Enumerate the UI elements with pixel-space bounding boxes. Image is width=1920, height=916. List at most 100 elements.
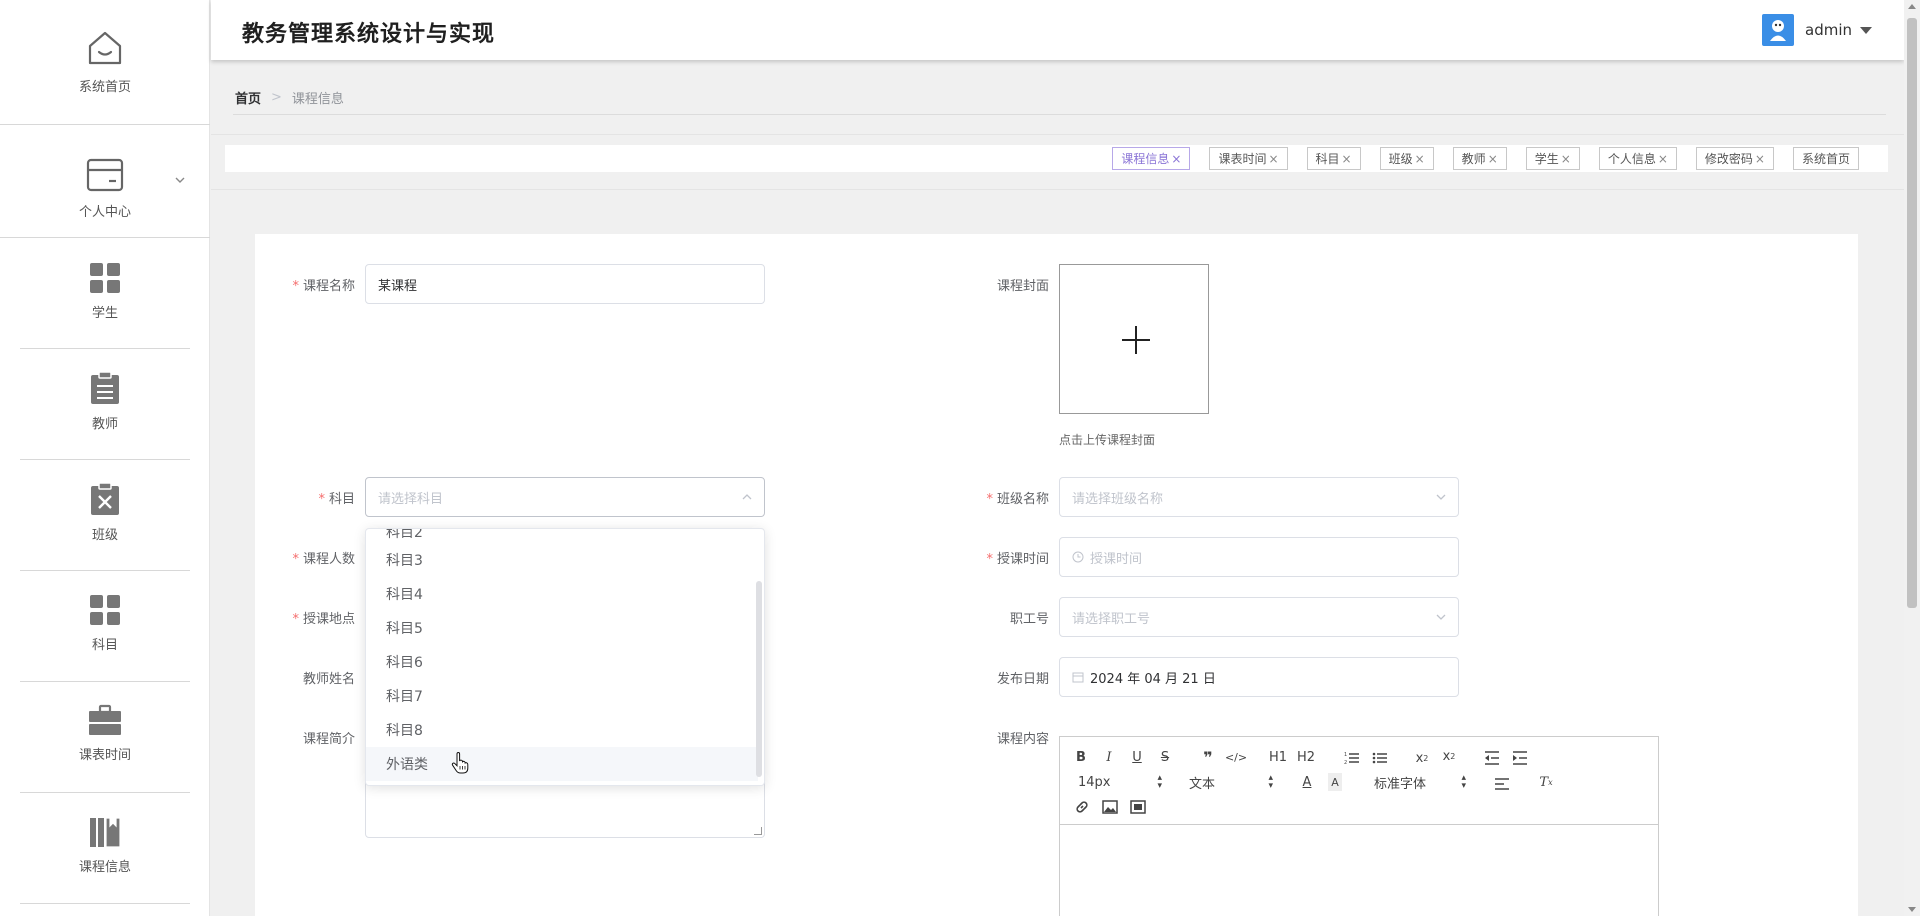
breadcrumb: 首页 > 课程信息	[235, 88, 344, 107]
sidebar-item-teachers[interactable]: 教师	[0, 371, 210, 432]
staff-no-select[interactable]: 请选择职工号	[1059, 597, 1459, 637]
close-icon[interactable]: ×	[1171, 152, 1181, 166]
tag-course-info[interactable]: 课程信息 ×	[1112, 147, 1191, 170]
dropdown-option[interactable]: 科目8	[366, 713, 758, 747]
course-name-label: * 课程名称	[292, 279, 355, 294]
tag-students[interactable]: 学生 ×	[1525, 147, 1580, 170]
tag-change-password[interactable]: 修改密码 ×	[1695, 147, 1774, 170]
strike-icon[interactable]: S	[1158, 748, 1172, 766]
close-icon[interactable]: ×	[1658, 152, 1668, 166]
video-icon[interactable]	[1130, 798, 1146, 816]
intro-label: 课程简介	[302, 732, 355, 747]
font-color-icon[interactable]: A	[1300, 773, 1314, 791]
blockquote-icon[interactable]: ❞	[1200, 748, 1216, 767]
caret-down-icon[interactable]	[1860, 26, 1872, 34]
publish-date-value: 2024 年 04 月 21 日	[1090, 671, 1216, 687]
dropdown-option[interactable]: 科目6	[366, 645, 758, 679]
tag-classes[interactable]: 班级 ×	[1379, 147, 1434, 170]
dropdown-option[interactable]: 科目7	[366, 679, 758, 713]
rich-text-editor[interactable]: B I U S ❞ </> H1 H2 12 x2 x2 14px ▴ ▾ 文本 ▴ ▾…	[1059, 736, 1659, 916]
dropdown-scrollbar[interactable]	[756, 581, 762, 777]
tag-schedule-time[interactable]: 课表时间 ×	[1209, 147, 1288, 170]
tag-home[interactable]: 系统首页	[1792, 147, 1859, 170]
close-icon[interactable]: ×	[1268, 152, 1278, 166]
avatar[interactable]	[1762, 14, 1794, 46]
close-icon[interactable]: ×	[1342, 152, 1352, 166]
sidebar-item-students[interactable]: 学生	[0, 262, 210, 321]
sidebar-item-course-info[interactable]: 课程信息	[0, 816, 210, 875]
teach-time-label: * 授课时间	[986, 552, 1049, 567]
tag-label: 课程信息	[1121, 152, 1170, 166]
location-label: * 授课地点	[292, 612, 355, 627]
close-icon[interactable]: ×	[1755, 152, 1765, 166]
font-size-select[interactable]: 14px ▴ ▾	[1078, 773, 1162, 791]
divider	[211, 189, 1904, 190]
user-menu[interactable]: admin	[1762, 14, 1872, 46]
image-icon[interactable]	[1102, 798, 1118, 816]
publish-date-picker[interactable]: 2024 年 04 月 21 日	[1059, 657, 1459, 697]
book-icon	[90, 817, 121, 848]
tag-label: 系统首页	[1801, 152, 1850, 166]
tags-view: 课程信息 × 课表时间 × 科目 × 班级 × 教师 × 学生 × 个人信息 × 修改密码 × …	[225, 145, 1888, 172]
class-name-select[interactable]: 请选择班级名称	[1059, 477, 1459, 517]
cover-uploader[interactable]	[1059, 264, 1209, 414]
background-color-icon[interactable]: A	[1328, 773, 1342, 791]
tag-personal-info[interactable]: 个人信息 ×	[1598, 147, 1677, 170]
tag-label: 学生	[1534, 152, 1559, 166]
hand-pointer-icon	[451, 752, 469, 774]
italic-icon[interactable]: I	[1102, 748, 1116, 766]
bold-icon[interactable]: B	[1074, 748, 1088, 766]
chevron-down-icon[interactable]	[173, 173, 187, 187]
scrollbar-thumb[interactable]	[1907, 18, 1917, 608]
outdent-icon[interactable]	[1484, 749, 1500, 767]
close-icon[interactable]: ×	[1488, 152, 1498, 166]
sidebar-item-personal-center[interactable]: 个人中心	[0, 157, 210, 220]
scroll-up-arrow-icon[interactable]	[1908, 4, 1916, 9]
dropdown-option[interactable]: 科目4	[366, 577, 758, 611]
tag-label: 修改密码	[1704, 152, 1753, 166]
bullet-list-icon[interactable]	[1372, 749, 1388, 767]
sidebar-item-home[interactable]: 系统首页	[0, 28, 210, 95]
subject-dropdown: 科目2 科目3 科目4 科目5 科目6 科目7 科目8 外语类	[365, 528, 765, 786]
indent-icon[interactable]	[1512, 749, 1528, 767]
resize-handle[interactable]	[754, 827, 762, 835]
header-2-icon[interactable]: H2	[1296, 748, 1316, 766]
close-icon[interactable]: ×	[1415, 152, 1425, 166]
divider	[20, 792, 190, 793]
page-scrollbar[interactable]	[1904, 0, 1920, 916]
teach-time-picker[interactable]: 授课时间	[1059, 537, 1459, 577]
font-family-select[interactable]: 标准字体 ▴ ▾	[1374, 773, 1466, 792]
subject-placeholder: 请选择科目	[378, 491, 444, 507]
course-name-value: 某课程	[378, 278, 418, 294]
sidebar-item-label: 学生	[91, 306, 118, 321]
ordered-list-icon[interactable]: 12	[1344, 749, 1360, 767]
breadcrumb-home[interactable]: 首页	[235, 88, 261, 107]
header-1-icon[interactable]: H1	[1268, 748, 1288, 766]
superscript-icon[interactable]: x2	[1440, 747, 1458, 765]
subscript-icon[interactable]: x2	[1413, 749, 1431, 767]
dropdown-option[interactable]: 科目3	[366, 543, 758, 577]
username[interactable]: admin	[1805, 21, 1852, 39]
scroll-down-arrow-icon[interactable]	[1908, 907, 1916, 912]
sidebar-item-classes[interactable]: 班级	[0, 482, 210, 543]
chevron-down-icon	[1436, 494, 1446, 500]
dropdown-option[interactable]: 科目5	[366, 611, 758, 645]
code-block-icon[interactable]: </>	[1225, 748, 1247, 766]
clear-format-icon[interactable]: Tx	[1538, 773, 1554, 791]
tag-teachers[interactable]: 教师 ×	[1452, 147, 1507, 170]
divider	[0, 237, 210, 238]
course-name-input[interactable]: 某课程	[365, 264, 765, 304]
close-icon[interactable]: ×	[1561, 152, 1571, 166]
sidebar-item-schedule-time[interactable]: 课表时间	[0, 704, 210, 763]
divider	[211, 134, 1904, 135]
align-icon[interactable]	[1494, 775, 1510, 793]
header-select[interactable]: 文本 ▴ ▾	[1189, 773, 1273, 792]
underline-icon[interactable]: U	[1130, 748, 1144, 766]
top-header: 教务管理系统设计与实现 admin	[211, 0, 1904, 60]
dropdown-option-hovered[interactable]: 外语类	[366, 747, 758, 781]
subject-select[interactable]: 请选择科目	[365, 477, 765, 517]
link-icon[interactable]	[1074, 798, 1090, 816]
tag-subjects[interactable]: 科目 ×	[1306, 147, 1361, 170]
sidebar-item-subjects[interactable]: 科目	[0, 594, 210, 653]
divider	[20, 903, 190, 904]
